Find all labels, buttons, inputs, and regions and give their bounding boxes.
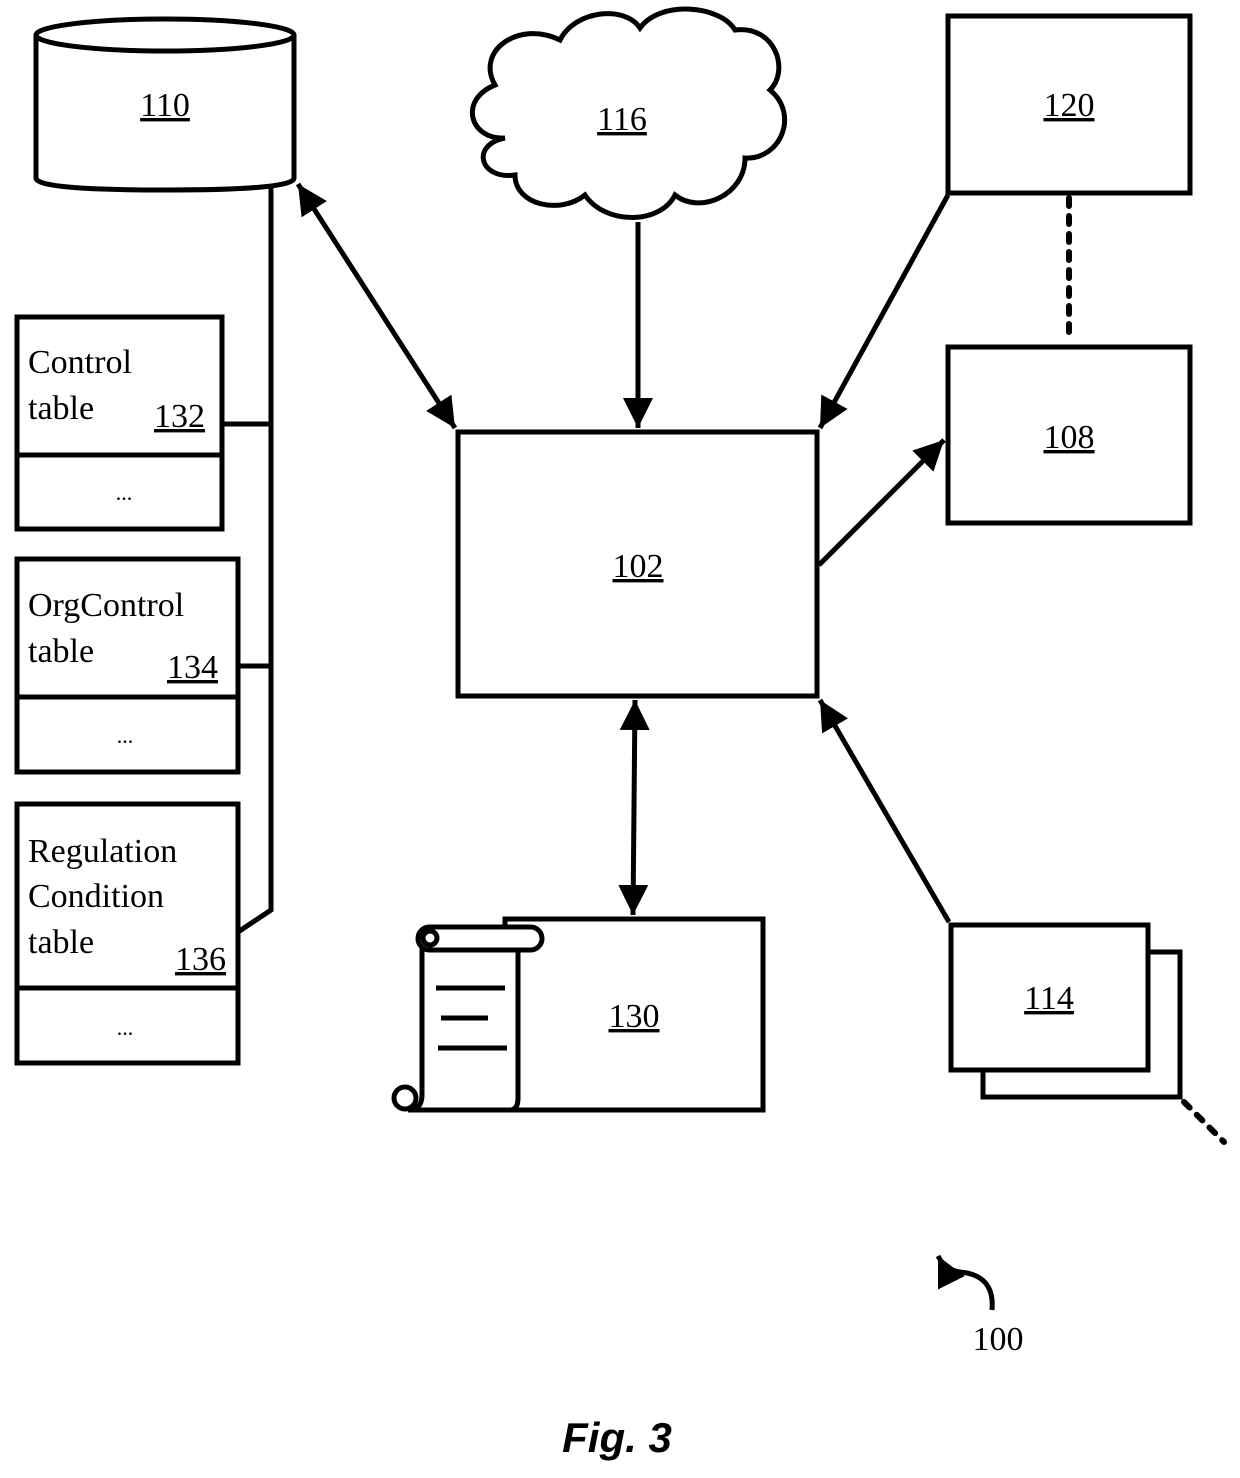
table-name-line2: Condition [28,878,164,915]
box-102-ref: 102 [613,548,664,585]
cloud-116: 116 [469,6,788,220]
database-cylinder-top [33,16,297,54]
figure-caption: Fig. 3 [562,1414,672,1461]
scroll-bottom-curl [391,1084,419,1112]
table-name-line2: table [28,633,94,670]
box-120: 120 [945,13,1193,196]
database-ref: 110 [140,87,190,124]
box-114-ref: 114 [1024,980,1074,1017]
document-130: 130 [391,916,766,1113]
table-name-line1: Control [28,344,132,381]
database-110: 110 [33,16,297,193]
database-table-bus [236,185,274,935]
curved-ref-arrow-icon [935,1254,995,1311]
table-name-line3: table [28,924,94,961]
more-instances-dots [1181,1099,1227,1145]
table-row-placeholder: ... [117,723,134,748]
regulation-condition-table-136: Regulation Condition table 136 ... [14,801,241,1066]
table-row-placeholder: ... [116,480,133,505]
orgcontrol-table-134: OrgControl table 134 ... [14,556,241,775]
box-108-ref: 108 [1044,419,1095,456]
arrow-114-102 [817,698,952,924]
table-row-placeholder: ... [117,1015,134,1040]
table-name-line1: Regulation [28,833,177,870]
control-table-132: Control table 132 ... [14,314,225,532]
box-120-ref: 120 [1044,87,1095,124]
arrow-102-130 [618,699,650,916]
cloud-ref: 116 [597,101,647,138]
arrow-120-102 [817,193,951,430]
table-name-line2: table [28,390,94,427]
table-ref: 134 [167,649,218,686]
system-diagram: 110 Control table 132 ... OrgControl tab… [14,6,1227,1461]
table-name-line1: OrgControl [28,587,184,624]
box-102: 102 [455,429,820,699]
arrow-102-108 [817,438,946,567]
stacked-box-114: 114 [948,922,1227,1145]
system-ref-100: 100 [935,1254,1024,1358]
arrow-110-102 [295,182,458,430]
table-ref: 136 [175,941,226,978]
box-108: 108 [945,344,1193,526]
system-ref-label: 100 [973,1321,1024,1358]
scroll-body [407,937,521,1113]
document-ref: 130 [609,998,660,1035]
table-ref: 132 [154,398,205,435]
scroll-top-curl [420,928,440,948]
